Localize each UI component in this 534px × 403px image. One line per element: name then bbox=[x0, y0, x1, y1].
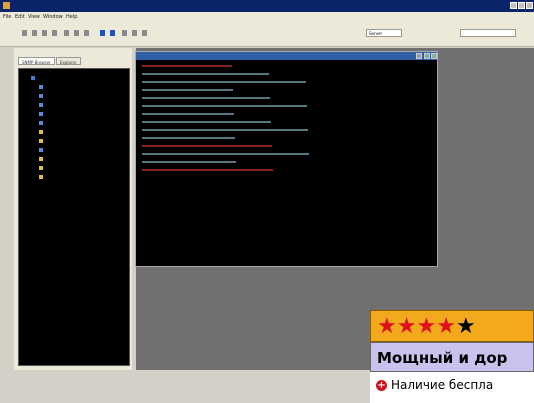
tree-node-icon bbox=[39, 130, 43, 134]
console-close-icon[interactable] bbox=[431, 53, 437, 59]
console-line bbox=[142, 142, 431, 150]
console-line bbox=[142, 94, 431, 102]
mib-tree[interactable] bbox=[18, 68, 130, 366]
tree-node[interactable] bbox=[39, 156, 45, 162]
pro-item: + Наличие беспла bbox=[376, 378, 493, 392]
console-title-bar bbox=[136, 52, 437, 60]
copy-icon[interactable] bbox=[74, 30, 79, 36]
tree-node-icon bbox=[39, 148, 43, 152]
console-line bbox=[142, 158, 431, 166]
tree-node-icon bbox=[39, 175, 43, 179]
headline-box: Мощный и дор bbox=[370, 342, 534, 372]
back-icon[interactable] bbox=[122, 30, 127, 36]
tree-node[interactable] bbox=[31, 75, 37, 81]
rating-box: ★★★★★ bbox=[370, 310, 534, 342]
left-panel: SNMP Browser Explorer bbox=[14, 48, 132, 370]
app-icon bbox=[3, 2, 10, 9]
rating-stars: ★★★★★ bbox=[377, 315, 476, 339]
minimize-icon[interactable] bbox=[510, 2, 517, 9]
star-filled-icon: ★ bbox=[416, 314, 437, 339]
toolbar: Server bbox=[0, 22, 534, 47]
console-line bbox=[142, 102, 431, 110]
menu-bar: File Edit View Window Help bbox=[0, 12, 534, 22]
print-icon[interactable] bbox=[52, 30, 57, 36]
console-output bbox=[142, 62, 431, 174]
console-line bbox=[142, 134, 431, 142]
console-line bbox=[142, 70, 431, 78]
tree-node[interactable] bbox=[39, 93, 45, 99]
star-empty-icon: ★ bbox=[455, 314, 476, 339]
console-minimize-icon[interactable] bbox=[416, 53, 422, 59]
tab-explorer[interactable]: Explorer bbox=[56, 57, 81, 65]
menu-item-window[interactable]: Window bbox=[43, 14, 63, 20]
console-line bbox=[142, 118, 431, 126]
tree-node-icon bbox=[39, 85, 43, 89]
star-filled-icon: ★ bbox=[396, 314, 417, 339]
console-maximize-icon[interactable] bbox=[424, 53, 430, 59]
console-line bbox=[142, 110, 431, 118]
menu-item-edit[interactable]: Edit bbox=[15, 14, 25, 20]
console-window[interactable] bbox=[135, 51, 438, 267]
refresh-icon[interactable] bbox=[110, 30, 115, 36]
tree-node-icon bbox=[39, 103, 43, 107]
review-card: ★★★★★ Мощный и дор + Наличие беспла bbox=[370, 310, 534, 403]
close-icon[interactable] bbox=[526, 2, 533, 9]
console-line bbox=[142, 78, 431, 86]
tree-node-icon bbox=[39, 121, 43, 125]
tree-node[interactable] bbox=[39, 147, 45, 153]
tree-node[interactable] bbox=[39, 138, 45, 144]
review-headline: Мощный и дор bbox=[377, 349, 508, 367]
pro-text: Наличие беспла bbox=[391, 378, 494, 392]
server-combo[interactable]: Server bbox=[366, 29, 402, 37]
tree-node-icon bbox=[39, 112, 43, 116]
search-combo[interactable] bbox=[460, 29, 516, 37]
menu-item-file[interactable]: File bbox=[3, 14, 11, 20]
star-filled-icon: ★ bbox=[377, 314, 397, 339]
forward-icon[interactable] bbox=[132, 30, 137, 36]
plus-icon: + bbox=[376, 379, 387, 391]
cut-icon[interactable] bbox=[64, 30, 69, 36]
tree-node-icon bbox=[39, 94, 43, 98]
tree-node[interactable] bbox=[39, 120, 45, 126]
tree-node[interactable] bbox=[39, 102, 45, 108]
title-bar bbox=[0, 0, 534, 12]
menu-item-view[interactable]: View bbox=[28, 14, 40, 20]
up-icon[interactable] bbox=[142, 30, 147, 36]
connect-icon[interactable] bbox=[100, 30, 105, 36]
menu-item-help[interactable]: Help bbox=[66, 14, 77, 20]
save-icon[interactable] bbox=[42, 30, 47, 36]
tree-node[interactable] bbox=[39, 129, 45, 135]
console-line bbox=[142, 62, 431, 70]
open-icon[interactable] bbox=[32, 30, 37, 36]
tree-node[interactable] bbox=[39, 165, 45, 171]
star-filled-icon: ★ bbox=[436, 314, 456, 339]
console-line bbox=[142, 150, 431, 158]
paste-icon[interactable] bbox=[84, 30, 89, 36]
tree-node[interactable] bbox=[39, 174, 45, 180]
pros-box: + Наличие беспла bbox=[370, 372, 534, 403]
new-icon[interactable] bbox=[22, 30, 27, 36]
maximize-icon[interactable] bbox=[518, 2, 525, 9]
tree-node-icon bbox=[39, 166, 43, 170]
console-line bbox=[142, 166, 431, 174]
tree-node-icon bbox=[39, 157, 43, 161]
tree-node-icon bbox=[31, 76, 35, 80]
tree-node[interactable] bbox=[39, 111, 45, 117]
tree-node-icon bbox=[39, 139, 43, 143]
panel-tabs: SNMP Browser Explorer bbox=[14, 56, 132, 66]
console-line bbox=[142, 86, 431, 94]
console-line bbox=[142, 126, 431, 134]
tab-snmp-browser[interactable]: SNMP Browser bbox=[18, 57, 55, 65]
tree-node[interactable] bbox=[39, 84, 45, 90]
